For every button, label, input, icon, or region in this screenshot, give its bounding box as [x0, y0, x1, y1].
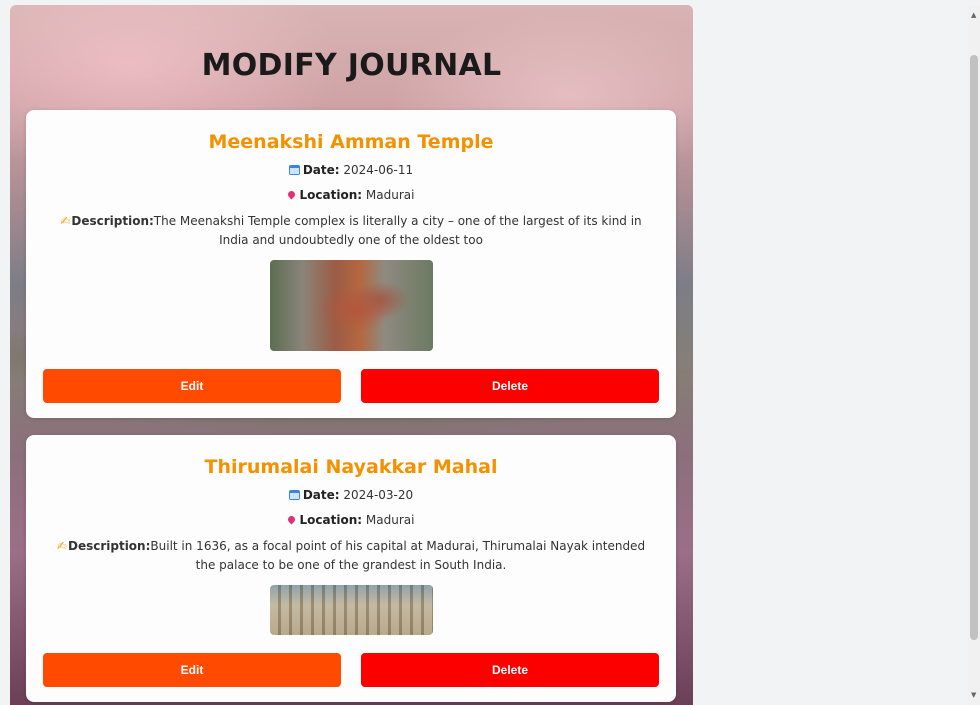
scrollbar-thumb[interactable]	[970, 55, 978, 640]
scroll-up-arrow-icon[interactable]: ▲	[971, 11, 976, 19]
scroll-down-arrow-icon[interactable]: ▼	[971, 691, 976, 699]
entry-image	[269, 585, 433, 635]
entry-location: Location: Madurai	[26, 187, 676, 203]
journal-panel: MODIFY JOURNAL Meenakshi Amman Temple Da…	[10, 5, 693, 705]
entry-image	[269, 260, 433, 351]
writing-hand-icon: ✍	[60, 214, 71, 228]
entry-actions: Edit Delete	[43, 369, 659, 403]
calendar-icon	[288, 165, 300, 175]
entry-title: Thirumalai Nayakkar Mahal	[204, 456, 498, 478]
pin-icon	[286, 514, 296, 525]
page-title: MODIFY JOURNAL	[201, 48, 502, 83]
entry-title: Meenakshi Amman Temple	[208, 131, 494, 153]
journal-entry-card: Meenakshi Amman Temple Date: 2024-06-11 …	[26, 110, 676, 418]
entry-actions: Edit Delete	[43, 653, 659, 687]
edit-button[interactable]: Edit	[43, 369, 341, 403]
vertical-scrollbar[interactable]: ▲ ▼	[968, 5, 980, 705]
entry-date: Date: 2024-06-11	[26, 162, 676, 178]
edit-button[interactable]: Edit	[43, 653, 341, 687]
entry-date: Date: 2024-03-20	[26, 487, 676, 503]
calendar-icon	[288, 490, 300, 500]
entry-description: ✍Description:Built in 1636, as a focal p…	[56, 539, 646, 572]
writing-hand-icon: ✍	[56, 539, 67, 553]
entry-description: ✍Description:The Meenakshi Temple comple…	[60, 214, 642, 247]
entry-location: Location: Madurai	[26, 512, 676, 528]
journal-entry-card: Thirumalai Nayakkar Mahal Date: 2024-03-…	[26, 435, 676, 702]
pin-icon	[286, 189, 296, 200]
delete-button[interactable]: Delete	[361, 369, 659, 403]
delete-button[interactable]: Delete	[361, 653, 659, 687]
